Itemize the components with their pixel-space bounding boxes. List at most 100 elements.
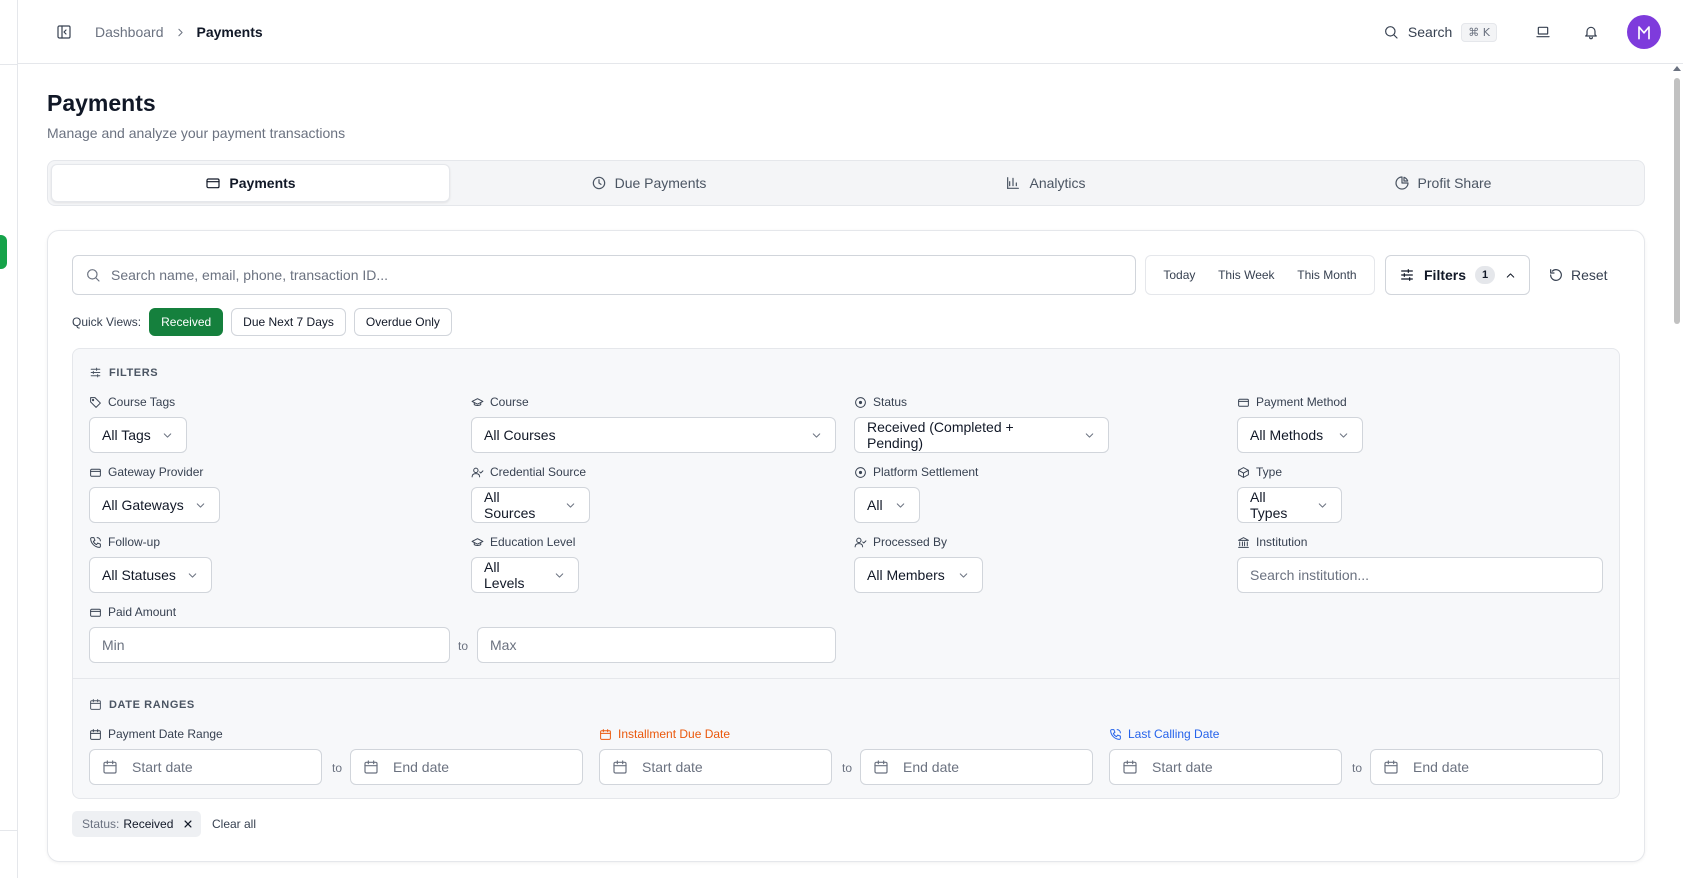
reset-button[interactable]: Reset	[1548, 255, 1608, 295]
laptop-icon[interactable]	[1531, 20, 1555, 44]
header-actions: Search ⌘ K	[1383, 14, 1661, 50]
filters-section-title: FILTERS	[89, 366, 158, 379]
page-subtitle: Manage and analyze your payment transact…	[47, 125, 346, 141]
chevron-down-icon	[1337, 429, 1350, 442]
calendar-icon	[363, 759, 379, 775]
close-icon[interactable]	[183, 819, 193, 829]
circle-check-icon	[854, 396, 867, 409]
installment-due-start[interactable]: Start date	[599, 749, 832, 785]
type-label: Type	[1237, 465, 1282, 479]
rail-divider	[0, 64, 18, 65]
to-label: to	[842, 761, 853, 775]
chevron-down-icon	[553, 569, 566, 582]
search-icon	[1383, 24, 1399, 40]
select-value: All Statuses	[102, 567, 176, 583]
tab-profit-share[interactable]: Profit Share	[1244, 164, 1641, 202]
tab-payments[interactable]: Payments	[51, 164, 450, 202]
sidebar-collapsed-tab[interactable]	[0, 235, 7, 269]
circle-check-icon	[854, 466, 867, 479]
institution-field[interactable]	[1237, 557, 1603, 593]
paid-amount-max-field[interactable]	[477, 627, 836, 663]
payments-search[interactable]	[72, 255, 1136, 295]
global-search-button[interactable]: Search ⌘ K	[1383, 22, 1497, 42]
field-label-text: Course	[490, 395, 529, 409]
course-tags-select[interactable]: All Tags	[89, 417, 187, 453]
search-shortcut: ⌘ K	[1461, 22, 1497, 42]
last-calling-end[interactable]: End date	[1370, 749, 1603, 785]
panel-divider	[73, 678, 1619, 679]
phone-call-icon	[89, 536, 102, 549]
building-icon	[1237, 536, 1250, 549]
installment-due-end[interactable]: End date	[860, 749, 1093, 785]
processed-by-select[interactable]: All Members	[854, 557, 983, 593]
top-bar: Dashboard Payments Search ⌘ K	[18, 0, 1683, 64]
user-check-icon	[471, 466, 484, 479]
date-placeholder: Start date	[132, 759, 193, 775]
to-label: to	[458, 639, 469, 653]
filters-toggle-button[interactable]: Filters 1	[1385, 255, 1530, 295]
select-value: All Sources	[484, 489, 536, 521]
filters-count-badge: 1	[1475, 266, 1496, 284]
date-placeholder: End date	[393, 759, 450, 775]
gateway-provider-select[interactable]: All Gateways	[89, 487, 220, 523]
credential-source-select[interactable]: All Sources	[471, 487, 590, 523]
field-label-text: Gateway Provider	[108, 465, 204, 479]
chevron-down-icon	[564, 499, 577, 512]
payment-date-start[interactable]: Start date	[89, 749, 322, 785]
scroll-up-arrow[interactable]	[1673, 66, 1681, 71]
installment-due-date-label: Installment Due Date	[599, 727, 730, 741]
quick-view-due-next-7-days[interactable]: Due Next 7 Days	[231, 308, 346, 336]
avatar[interactable]	[1627, 15, 1661, 49]
credit-card-icon	[1237, 396, 1250, 409]
reset-label: Reset	[1571, 267, 1608, 283]
preset-today[interactable]: Today	[1159, 264, 1199, 286]
preset-this-week[interactable]: This Week	[1214, 264, 1278, 286]
last-calling-start[interactable]: Start date	[1109, 749, 1342, 785]
sidebar-toggle-icon[interactable]	[52, 20, 76, 44]
type-select[interactable]: All Types	[1237, 487, 1342, 523]
institution-input[interactable]	[1250, 567, 1590, 583]
tab-due-payments[interactable]: Due Payments	[450, 164, 847, 202]
field-label-text: Platform Settlement	[873, 465, 979, 479]
pie-chart-icon	[1394, 175, 1410, 191]
date-placeholder: Start date	[642, 759, 703, 775]
bell-icon[interactable]	[1579, 20, 1603, 44]
course-select[interactable]: All Courses	[471, 417, 836, 453]
calendar-icon	[89, 698, 102, 711]
follow-up-select[interactable]: All Statuses	[89, 557, 212, 593]
paid-amount-max-input[interactable]	[490, 637, 823, 653]
chevron-right-icon	[174, 26, 187, 39]
platform-settlement-select[interactable]: All	[854, 487, 920, 523]
preset-this-month[interactable]: This Month	[1293, 264, 1360, 286]
chevron-up-icon	[1504, 269, 1517, 282]
scrollbar-thumb[interactable]	[1674, 78, 1680, 324]
breadcrumb-dashboard[interactable]: Dashboard	[95, 24, 164, 40]
follow-up-label: Follow-up	[89, 535, 160, 549]
field-label-text: Course Tags	[108, 395, 176, 409]
quick-view-received[interactable]: Received	[149, 308, 224, 336]
gateway-provider-label: Gateway Provider	[89, 465, 203, 479]
paid-amount-min-field[interactable]	[89, 627, 450, 663]
chevron-down-icon	[161, 429, 174, 442]
clear-all-button[interactable]: Clear all	[212, 811, 256, 837]
tab-label: Profit Share	[1417, 175, 1492, 191]
tab-analytics[interactable]: Analytics	[847, 164, 1244, 202]
select-value: All Tags	[102, 427, 151, 443]
select-value: All	[867, 497, 883, 513]
date-ranges-section-title: DATE RANGES	[89, 698, 195, 711]
search-input[interactable]	[111, 267, 1111, 283]
field-label-text: Last Calling Date	[1128, 727, 1220, 741]
field-label-text: Type	[1256, 465, 1283, 479]
graduation-cap-icon	[471, 536, 484, 549]
status-select[interactable]: Received (Completed + Pending)	[854, 417, 1109, 453]
box-icon	[1237, 466, 1250, 479]
payment-method-select[interactable]: All Methods	[1237, 417, 1363, 453]
quick-view-overdue-only[interactable]: Overdue Only	[353, 308, 452, 336]
rail-divider	[0, 830, 18, 831]
payment-date-end[interactable]: End date	[350, 749, 583, 785]
chevron-down-icon	[894, 499, 907, 512]
paid-amount-min-input[interactable]	[102, 637, 437, 653]
course-tags-label: Course Tags	[89, 395, 175, 409]
education-level-select[interactable]: All Levels	[471, 557, 579, 593]
field-label-text: Processed By	[873, 535, 948, 549]
